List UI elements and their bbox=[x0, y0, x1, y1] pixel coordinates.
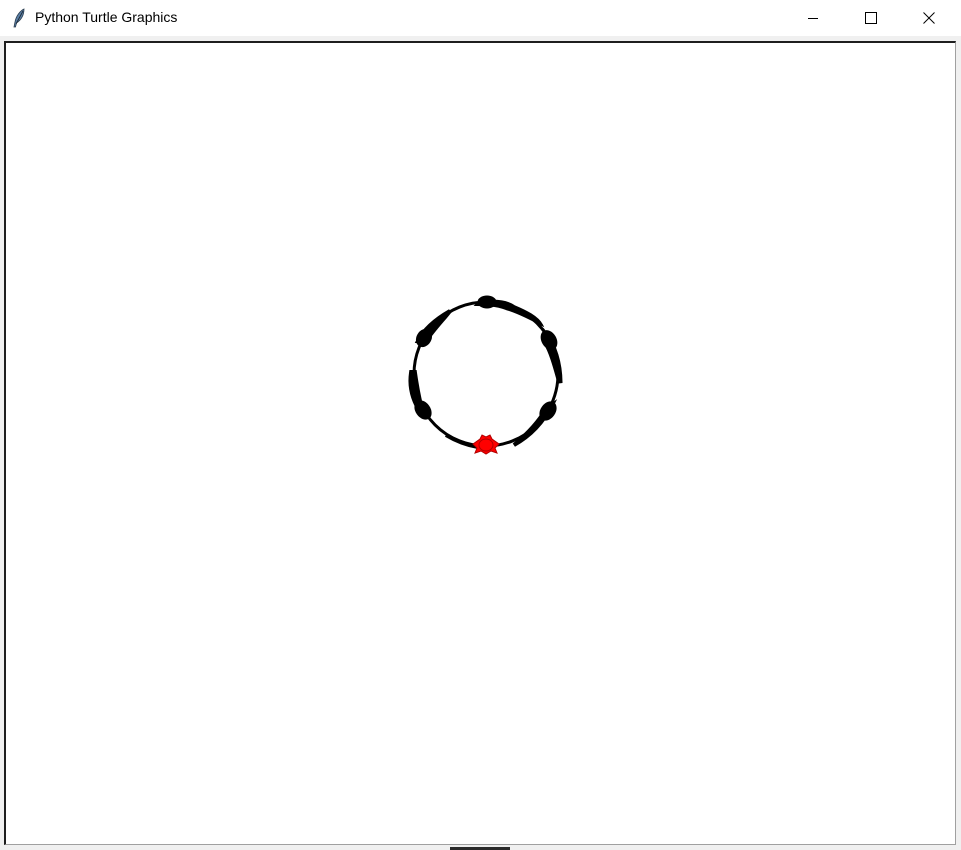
maximize-button[interactable] bbox=[842, 0, 900, 36]
maximize-icon bbox=[865, 12, 877, 24]
minimize-icon bbox=[807, 12, 819, 24]
drawn-circle bbox=[408, 295, 563, 449]
close-button[interactable] bbox=[900, 0, 958, 36]
title-bar[interactable]: Python Turtle Graphics bbox=[0, 0, 961, 36]
minimize-button[interactable] bbox=[784, 0, 842, 36]
window-title: Python Turtle Graphics bbox=[35, 9, 178, 25]
turtle-window: Python Turtle Graphics bbox=[0, 0, 961, 850]
turtle-icon bbox=[472, 434, 500, 455]
feather-icon bbox=[11, 8, 27, 28]
close-icon bbox=[923, 12, 935, 24]
turtle-canvas[interactable] bbox=[6, 43, 955, 844]
